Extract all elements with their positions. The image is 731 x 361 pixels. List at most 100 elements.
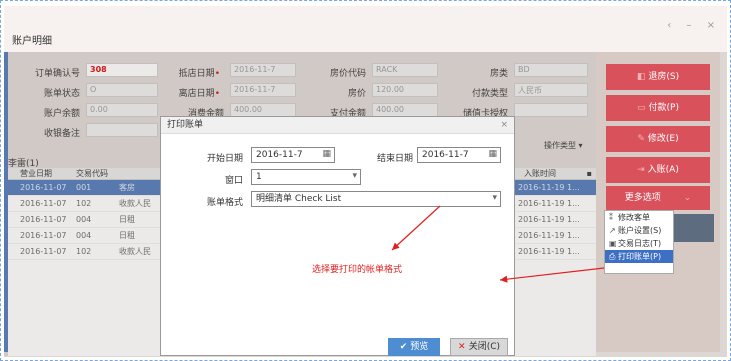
chevron-down-icon: ⌄ xyxy=(683,193,692,203)
pay-button[interactable]: ▭ 付款(P) xyxy=(606,95,710,121)
window-controls[interactable]: ‹ – × xyxy=(667,20,721,31)
end-date-value: 2016-11-7 xyxy=(422,150,469,160)
log-icon: ▣ xyxy=(609,239,617,248)
wrench-icon: ↗ xyxy=(609,226,616,235)
table-row[interactable]: 2016-11-07 004 日租 xyxy=(8,212,160,228)
col-date-header[interactable]: 营业日期 xyxy=(8,168,70,179)
row-date: 2016-11-07 xyxy=(20,247,67,256)
dark-action-button[interactable] xyxy=(674,214,714,242)
table-row[interactable]: 2016-11-07 004 日租 xyxy=(8,228,160,244)
format-select[interactable]: 明细清单 Check List ▾ xyxy=(251,191,501,207)
checkout-icon: ◧ xyxy=(636,72,646,82)
menu-item-label: 交易日志(T) xyxy=(618,239,662,248)
row-code: 102 xyxy=(76,199,92,208)
chevron-down-icon: ▾ xyxy=(492,193,497,203)
arrive-label: 抵店日期• xyxy=(178,69,220,79)
close-icon[interactable]: × xyxy=(500,117,508,134)
entry-time-header[interactable]: 入账时间 ▪ xyxy=(514,168,596,180)
modify-button[interactable]: ✎ 修改(E) xyxy=(606,126,710,152)
menu-item-label: 打印账单(P) xyxy=(618,252,662,261)
menu-item-label: 账户设置(S) xyxy=(618,226,662,235)
window-select[interactable]: 1 ▾ xyxy=(251,169,361,185)
table-row[interactable]: 2016-11-07 102 收款人民 xyxy=(8,196,160,212)
list-item[interactable]: 2016-11-19 1... xyxy=(514,228,596,244)
modify-label: 修改(E) xyxy=(647,134,679,144)
order-no-label: 订单确认号 xyxy=(34,69,80,79)
print-bill-dialog: 打印账单 × 开始日期 2016-11-7 ▦ 结束日期 2016-11-7 ▦ 窗… xyxy=(160,116,515,356)
op-type-label[interactable]: 操作类型 ▾ xyxy=(544,140,583,151)
calendar-icon[interactable]: ▦ xyxy=(488,149,497,160)
more-options-button[interactable]: 更多选项 ⌄ xyxy=(606,186,710,210)
room-type-label: 房类 xyxy=(489,69,508,79)
menu-item-account-settings[interactable]: ↗ 账户设置(S) xyxy=(605,224,673,237)
bill-status-label: 账单状态 xyxy=(43,89,80,99)
col-code-header[interactable]: 交易代码 xyxy=(70,168,115,179)
checkout-button[interactable]: ◧ 退房(S) xyxy=(606,64,710,90)
row-code: 004 xyxy=(76,215,92,224)
row-desc: 日租 xyxy=(119,231,135,240)
title-bar: 账户明细 ‹ – × xyxy=(4,6,727,52)
format-label: 账单格式 xyxy=(206,198,243,208)
card-auth-field[interactable] xyxy=(514,103,588,117)
transactions-grid: 营业日期 交易代码 2016-11-07 001 客房 2016-11-07 102 收… xyxy=(8,168,160,356)
bill-status-field[interactable]: O xyxy=(86,83,158,97)
row-desc: 收款人民 xyxy=(119,199,151,208)
row-code: 001 xyxy=(76,183,92,192)
pay-label: 付款(P) xyxy=(648,103,679,113)
preview-label: 预览 xyxy=(410,342,429,352)
start-date-field[interactable]: 2016-11-7 ▦ xyxy=(251,147,335,163)
table-row[interactable]: 2016-11-07 102 收款人民 xyxy=(8,244,160,260)
remark-field[interactable] xyxy=(86,123,158,137)
consume-field[interactable]: 400.00 xyxy=(230,103,296,117)
start-date-value: 2016-11-7 xyxy=(256,150,303,160)
list-item[interactable]: 2016-11-19 1... xyxy=(514,196,596,212)
checkout-label: 退房(S) xyxy=(648,72,680,82)
balance-field[interactable]: 0.00 xyxy=(86,103,158,117)
rate-code-field[interactable]: RACK xyxy=(372,63,438,77)
remark-label: 收银备注 xyxy=(43,129,80,139)
rate-field[interactable]: 120.00 xyxy=(372,83,438,97)
list-item[interactable]: 2016-11-19 1... xyxy=(514,244,596,260)
row-desc: 客房 xyxy=(119,183,135,192)
row-date: 2016-11-07 xyxy=(20,199,67,208)
print-icon: ⎙ xyxy=(609,252,616,261)
pay-icon: ▭ xyxy=(637,103,646,113)
grid-header: 营业日期 交易代码 xyxy=(8,168,160,180)
start-date-label: 开始日期 xyxy=(206,154,243,164)
chevron-down-icon: ▾ xyxy=(352,171,357,181)
depart-field[interactable]: 2016-11-7 xyxy=(230,83,296,97)
edit-icon: ✎ xyxy=(637,134,645,144)
pay-type-label: 付款类型 xyxy=(471,89,508,99)
pay-type-field[interactable]: 人民币 xyxy=(514,83,588,97)
row-code: 004 xyxy=(76,231,92,240)
table-row[interactable]: 2016-11-07 001 客房 xyxy=(8,180,160,196)
pay-amount-field[interactable]: 400.00 xyxy=(372,103,438,117)
preview-button[interactable]: ✔ 预览 xyxy=(388,338,440,356)
window-label: 窗口 xyxy=(224,176,243,186)
end-date-field[interactable]: 2016-11-7 ▦ xyxy=(417,147,501,163)
close-button[interactable]: ✕ 关闭(C) xyxy=(450,338,508,356)
list-icon: ⁑ xyxy=(609,213,613,222)
depart-label: 离店日期• xyxy=(178,89,220,99)
rate-code-label: 房价代码 xyxy=(329,69,366,79)
more-options-menu: ⁑ 修改客单 ↗ 账户设置(S) ▣交易日志(T) ⎙ 打印账单(P) xyxy=(604,210,674,274)
window-title: 账户明细 xyxy=(12,36,52,47)
column-options-icon[interactable]: ▪ xyxy=(587,168,592,180)
rate-label: 房价 xyxy=(347,89,366,99)
menu-item-transaction-log[interactable]: ▣交易日志(T) xyxy=(605,237,673,250)
post-button[interactable]: ⇥ 入账(A) xyxy=(606,157,710,183)
list-item[interactable]: 2016-11-19 1... xyxy=(514,212,596,228)
list-item[interactable]: 2016-11-19 1... xyxy=(514,180,596,196)
room-type-field[interactable]: BD xyxy=(514,63,588,77)
arrive-field[interactable]: 2016-11-7 xyxy=(230,63,296,77)
menu-item-modify-order[interactable]: ⁑ 修改客单 xyxy=(605,211,673,224)
menu-item-print-bill[interactable]: ⎙ 打印账单(P) xyxy=(605,250,673,263)
check-icon: ✔ xyxy=(399,342,411,352)
dialog-title-bar: 打印账单 × xyxy=(161,117,514,134)
close-icon: ✕ xyxy=(458,342,469,352)
calendar-icon[interactable]: ▦ xyxy=(322,149,331,160)
order-no-field[interactable]: 308 xyxy=(86,63,158,77)
end-date-label: 结束日期 xyxy=(376,154,413,164)
close-label: 关闭(C) xyxy=(468,342,500,352)
annotation-text: 选择要打印的帐单格式 xyxy=(312,265,403,275)
